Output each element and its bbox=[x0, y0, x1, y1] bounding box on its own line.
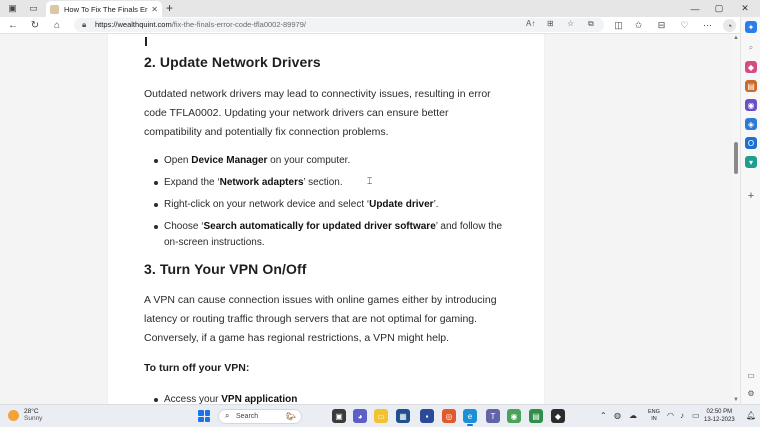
refresh-icon[interactable]: ↻ bbox=[28, 18, 42, 32]
tray-app-icon[interactable]: ◍ bbox=[614, 411, 621, 420]
more-options-icon[interactable]: ⋯ bbox=[701, 19, 714, 32]
list-item: Open Device Manager on your computer. bbox=[154, 153, 509, 169]
list-item: Choose ‘Search automatically for updated… bbox=[154, 219, 509, 251]
search-highlight-icon: 🐎︎ bbox=[285, 412, 296, 421]
sheets-icon[interactable]: ▤ bbox=[529, 409, 543, 423]
firefox-icon[interactable]: ◎ bbox=[442, 409, 456, 423]
minimize-icon[interactable]: — bbox=[684, 2, 706, 15]
edge-sidebar: ✦ ⌕ ◆ ▤ ◉ ◈ O ▾ + ▭ ⚙ bbox=[740, 17, 760, 404]
favorite-star-icon[interactable]: ☆ bbox=[567, 19, 574, 28]
weather-desc: Sunny bbox=[24, 415, 43, 422]
url-host: https://wealthquint.com bbox=[95, 20, 172, 29]
new-tab-button[interactable]: + bbox=[166, 1, 173, 15]
lock-icon[interactable]: 🔒︎ bbox=[82, 20, 86, 30]
profile-avatar-icon[interactable]: ◔ bbox=[723, 19, 736, 32]
system-clock[interactable]: 02:50 PM 13-12-2023 bbox=[704, 409, 735, 424]
taskbar-search-box[interactable]: ⌕ Search 🐎︎ bbox=[218, 409, 302, 424]
language-indicator[interactable]: ENG IN bbox=[648, 409, 660, 423]
tab-active[interactable]: How To Fix The Finals Error Code TFLA000… bbox=[46, 1, 162, 17]
show-hidden-icons-icon[interactable]: ⌃ bbox=[600, 411, 607, 420]
web-viewport: 2. Update Network Drivers Outdated netwo… bbox=[0, 34, 732, 404]
network-driver-steps: Open Device Manager on your computer. Ex… bbox=[154, 153, 509, 251]
hide-sidebar-icon[interactable]: ▭ bbox=[745, 369, 757, 381]
section-heading-update-network-drivers: 2. Update Network Drivers bbox=[144, 54, 321, 70]
heart-icon[interactable]: ♡ bbox=[678, 19, 691, 32]
app-icon-dark[interactable]: ◆ bbox=[551, 409, 565, 423]
url-text[interactable]: https://wealthquint.com/fix-the-finals-e… bbox=[95, 20, 306, 29]
split-view-icon[interactable]: ◫ bbox=[612, 19, 625, 32]
close-window-icon[interactable]: ✕ bbox=[734, 2, 756, 15]
games-icon[interactable]: ◉ bbox=[745, 99, 757, 111]
lang-region: IN bbox=[651, 416, 657, 422]
browser-menu-icon[interactable]: ▣ bbox=[6, 2, 19, 15]
vpn-steps: Access your VPN application bbox=[154, 392, 509, 404]
teams-chat-icon[interactable]: ◕ bbox=[353, 409, 367, 423]
extensions-icon[interactable]: ⧉ bbox=[588, 19, 594, 29]
shopping-tag-icon[interactable]: ◆ bbox=[745, 61, 757, 73]
lang-code: ENG bbox=[648, 409, 660, 415]
tools-briefcase-icon[interactable]: ▤ bbox=[745, 80, 757, 92]
list-item: Access your VPN application bbox=[154, 392, 509, 404]
list-item: Expand the ‘Network adapters’ section. bbox=[154, 175, 509, 191]
turn-off-vpn-heading: To turn off your VPN: bbox=[144, 362, 250, 374]
page-scrollbar[interactable]: ▲ ▼ bbox=[732, 34, 740, 404]
edge-icon[interactable]: e bbox=[463, 409, 477, 426]
scroll-thumb[interactable] bbox=[734, 142, 738, 174]
section-heading-turn-vpn-on-off: 3. Turn Your VPN On/Off bbox=[144, 261, 307, 277]
cloud-icon[interactable]: ☁ bbox=[629, 411, 637, 420]
teams-icon[interactable]: T bbox=[486, 409, 500, 423]
search-sidebar-icon[interactable]: ⌕ bbox=[745, 42, 757, 54]
home-icon[interactable]: ⌂ bbox=[50, 18, 64, 32]
search-icon: ⌕ bbox=[225, 411, 230, 420]
clock-time: 02:50 PM bbox=[706, 409, 733, 415]
sun-icon bbox=[8, 409, 19, 421]
site-favicon-icon bbox=[50, 4, 59, 14]
split-screen-icon[interactable]: ⊞ bbox=[547, 19, 554, 28]
drop-icon[interactable]: ▾ bbox=[745, 156, 757, 168]
store-icon[interactable]: ▦ bbox=[396, 409, 410, 423]
article-body: 2. Update Network Drivers Outdated netwo… bbox=[108, 34, 544, 404]
chrome-icon[interactable]: ◉ bbox=[507, 409, 521, 423]
copilot-icon[interactable]: ✦ bbox=[745, 21, 757, 33]
tab-strip: ▣ ▭ How To Fix The Finals Error Code TFL… bbox=[0, 0, 760, 17]
favorites-icon[interactable]: ✩ bbox=[632, 19, 645, 32]
list-item: Right-click on your network device and s… bbox=[154, 197, 509, 213]
windows-taskbar: 28°C Sunny ⌕ Search 🐎︎ ▣ ◕ ▭ ▦ ▪ ◎ e T ◉… bbox=[0, 404, 760, 427]
text-caret bbox=[145, 37, 147, 46]
read-aloud-icon[interactable]: A↑ bbox=[526, 19, 535, 28]
clock-date: 13-12-2023 bbox=[704, 416, 735, 423]
search-label: Search bbox=[236, 413, 259, 420]
tab-title: How To Fix The Finals Error Code TFLA000… bbox=[64, 4, 148, 14]
volume-icon[interactable]: ♪ bbox=[680, 411, 684, 420]
microsoft-365-icon[interactable]: ◈ bbox=[745, 118, 757, 130]
url-path: /fix-the-finals-error-code-tfla0002-8997… bbox=[171, 20, 306, 29]
workspaces-icon[interactable]: ▭ bbox=[27, 2, 40, 15]
battery-icon[interactable]: ▭ bbox=[692, 411, 700, 420]
wifi-icon[interactable]: ◠ bbox=[667, 411, 674, 420]
app-icon-blue[interactable]: ▪ bbox=[420, 409, 434, 423]
section2-intro-paragraph: Outdated network drivers may lead to con… bbox=[144, 88, 491, 138]
add-sidebar-app-icon[interactable]: + bbox=[745, 190, 757, 202]
scroll-up-icon[interactable]: ▲ bbox=[733, 35, 739, 41]
maximize-icon[interactable]: ▢ bbox=[708, 2, 730, 15]
scroll-down-icon[interactable]: ▼ bbox=[733, 397, 739, 403]
file-explorer-icon[interactable]: ▭ bbox=[374, 409, 388, 423]
weather-widget[interactable]: 28°C Sunny bbox=[8, 408, 42, 422]
section3-intro-paragraph: A VPN can cause connection issues with o… bbox=[144, 294, 497, 344]
collections-icon[interactable]: ⊟ bbox=[655, 19, 668, 32]
close-tab-icon[interactable]: ✕ bbox=[151, 5, 158, 14]
task-view-icon[interactable]: ▣ bbox=[332, 409, 346, 423]
notifications-icon[interactable]: 🔔︎ bbox=[746, 411, 756, 420]
back-icon[interactable]: ← bbox=[6, 18, 20, 32]
mouse-cursor-icon: ⌶ bbox=[367, 176, 373, 186]
start-button-icon[interactable] bbox=[198, 410, 210, 422]
outlook-icon[interactable]: O bbox=[745, 137, 757, 149]
weather-temp: 28°C bbox=[24, 408, 39, 415]
sidebar-settings-icon[interactable]: ⚙ bbox=[745, 387, 757, 399]
address-bar[interactable]: 🔒︎ https://wealthquint.com/fix-the-final… bbox=[74, 18, 604, 32]
browser-toolbar: ← ↻ ⌂ 🔒︎ https://wealthquint.com/fix-the… bbox=[0, 17, 760, 34]
